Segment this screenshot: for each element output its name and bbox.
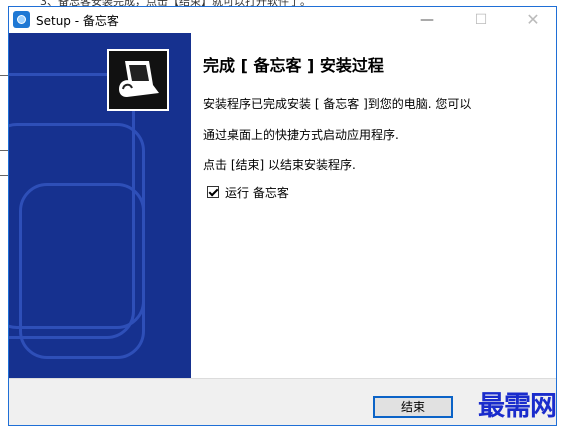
page-title: 完成 [ 备忘客 ] 安装过程 — [203, 56, 384, 75]
finish-button[interactable]: 结束 — [373, 396, 453, 418]
wizard-content: 完成 [ 备忘客 ] 安装过程 安装程序已完成安装 [ 备忘客 ]到您的电脑. … — [9, 33, 556, 378]
close-button[interactable]: ✕ — [513, 7, 553, 33]
background-rule — [0, 75, 8, 76]
background-rule — [0, 150, 8, 151]
maximize-button[interactable]: ☐ — [461, 7, 501, 33]
background-document-right-margin — [560, 0, 588, 433]
watermark-logo: 最需网 — [478, 391, 557, 422]
setup-window: Setup - 备忘客 — ☐ ✕ 完成 [ 备忘客 ] 安装过程 安装程序已完… — [8, 6, 557, 426]
background-rule — [0, 175, 8, 176]
installer-logo-graphic — [119, 61, 159, 97]
button-bar-divider — [9, 378, 556, 379]
minimize-button[interactable]: — — [407, 7, 447, 33]
window-titlebar[interactable]: Setup - 备忘客 — ☐ ✕ — [9, 7, 556, 33]
app-icon — [13, 11, 30, 28]
run-app-checkbox[interactable] — [207, 186, 219, 198]
finish-message-line: 点击 [结束] 以结束安装程序. — [203, 158, 356, 172]
wizard-side-banner — [9, 33, 191, 378]
run-app-label[interactable]: 运行 备忘客 — [225, 184, 289, 201]
finish-message-line: 通过桌面上的快捷方式启动应用程序. — [203, 128, 399, 142]
window-title: Setup - 备忘客 — [36, 14, 119, 28]
banner-decoration — [19, 183, 145, 359]
finish-message-line: 安装程序已完成安装 [ 备忘客 ]到您的电脑. 您可以 — [203, 97, 472, 111]
installer-logo-icon — [107, 49, 169, 111]
